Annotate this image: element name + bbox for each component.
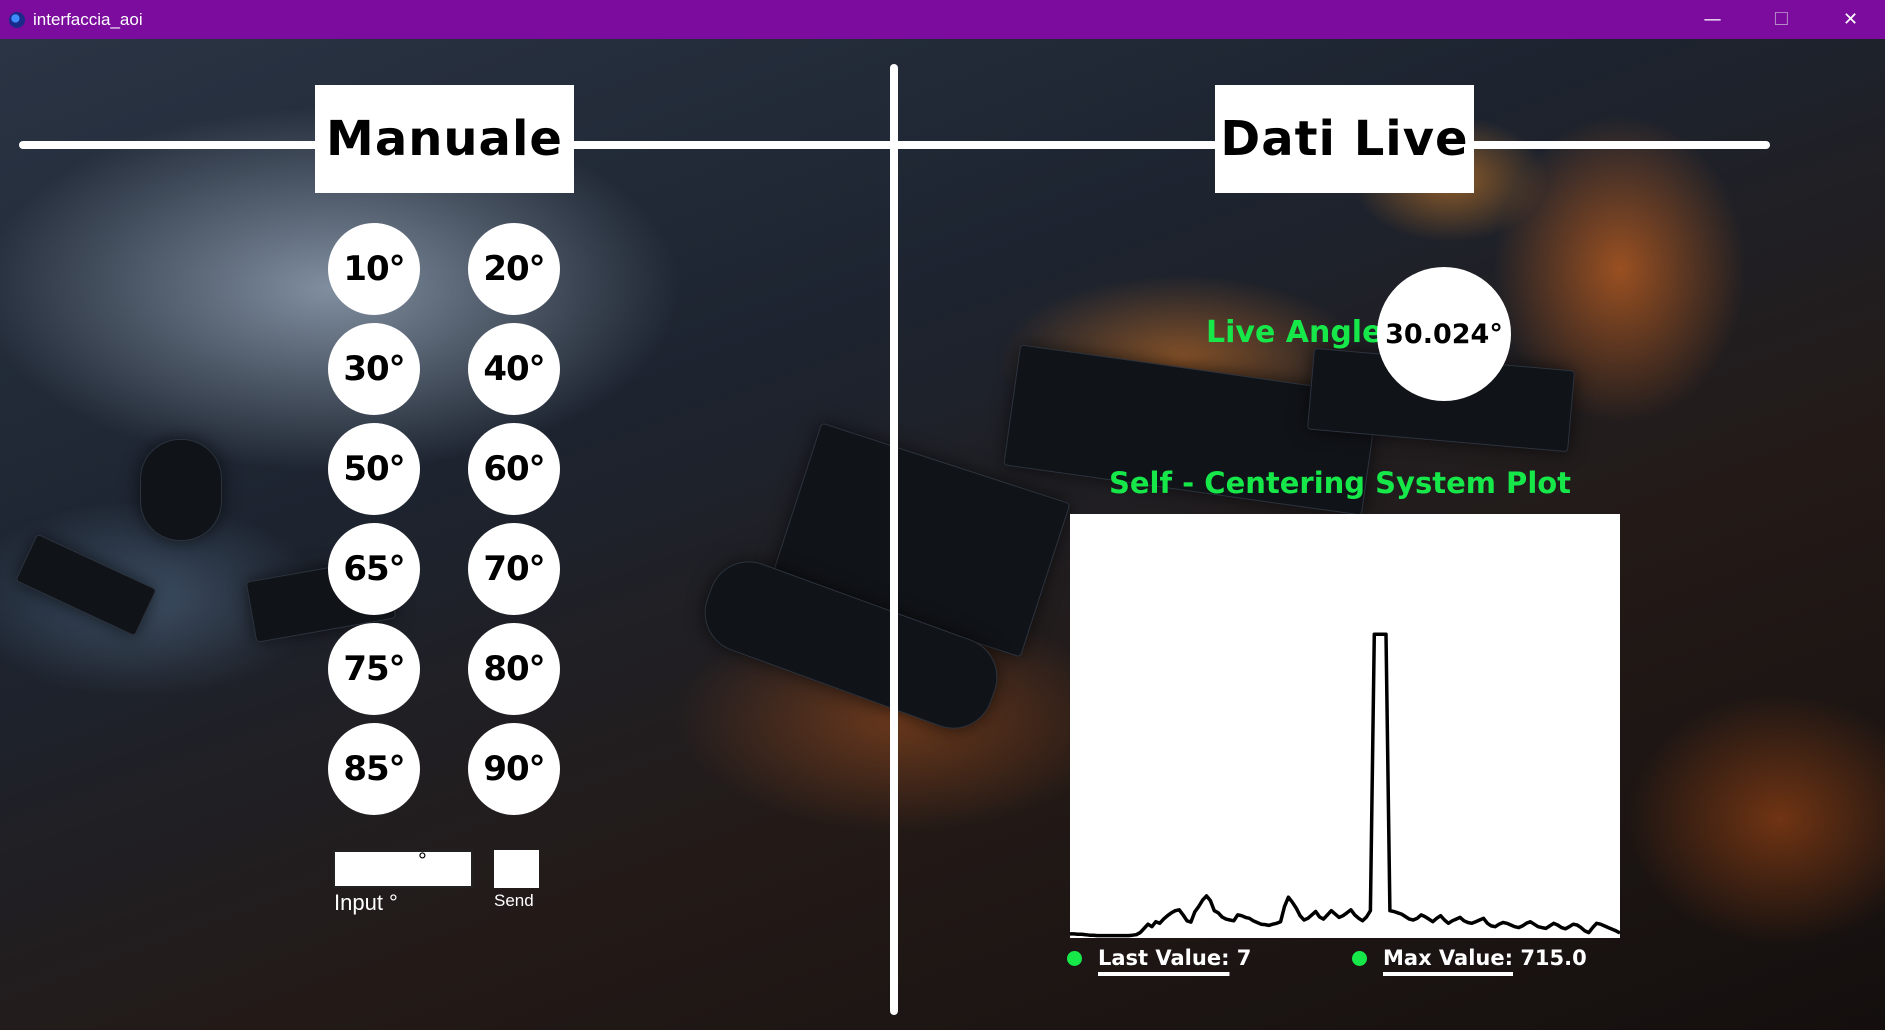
title-bar: interfaccia_aoi — ☐ ✕ — [0, 0, 1885, 39]
angle-button-30[interactable]: 30° — [328, 323, 420, 415]
last-value: 7 — [1236, 946, 1252, 970]
angle-button-50[interactable]: 50° — [328, 423, 420, 515]
live-angle-value: 30.024° — [1385, 318, 1503, 350]
close-icon[interactable]: ✕ — [1816, 0, 1885, 39]
max-value: 715.0 — [1520, 946, 1587, 970]
last-value-stat: Last Value: 7 — [1067, 946, 1251, 970]
angle-button-90[interactable]: 90° — [468, 723, 560, 815]
max-value-stat: Max Value: 715.0 — [1352, 946, 1587, 970]
angle-button-75[interactable]: 75° — [328, 623, 420, 715]
series-line — [1070, 632, 1620, 938]
angle-button-85[interactable]: 85° — [328, 723, 420, 815]
max-value-label: Max Value: — [1383, 946, 1513, 970]
last-value-label: Last Value: — [1098, 946, 1230, 970]
angle-button-10[interactable]: 10° — [328, 223, 420, 315]
send-button[interactable] — [494, 850, 539, 888]
window-title: interfaccia_aoi — [33, 9, 143, 29]
chip-decoration — [140, 439, 222, 541]
divider-horizontal-right — [1470, 141, 1770, 149]
maximize-icon[interactable]: ☐ — [1747, 0, 1816, 39]
send-label: Send — [494, 891, 534, 910]
live-header-title: Dati Live — [1220, 111, 1469, 167]
max-value-indicator — [1352, 950, 1367, 966]
chip-decoration — [15, 533, 157, 637]
plot-svg — [1070, 632, 1620, 938]
window-controls: — ☐ ✕ — [1678, 0, 1885, 39]
angle-button-60[interactable]: 60° — [468, 423, 560, 515]
live-angle-label: Live Angle: — [1206, 315, 1395, 350]
degree-suffix: ° — [418, 848, 427, 873]
angle-button-20[interactable]: 20° — [468, 223, 560, 315]
angle-input[interactable] — [333, 850, 473, 888]
last-value-indicator — [1067, 950, 1082, 966]
live-header: Dati Live — [1215, 85, 1474, 193]
input-label: Input ° — [334, 890, 398, 915]
angle-button-40[interactable]: 40° — [468, 323, 560, 415]
plot-area — [1070, 514, 1620, 938]
app-icon — [9, 11, 25, 28]
angle-button-65[interactable]: 65° — [328, 523, 420, 615]
live-angle-display: 30.024° — [1377, 267, 1511, 401]
angle-button-80[interactable]: 80° — [468, 623, 560, 715]
minimize-icon[interactable]: — — [1678, 0, 1747, 39]
divider-vertical — [890, 64, 898, 1015]
angle-button-70[interactable]: 70° — [468, 523, 560, 615]
manual-header: Manuale — [315, 85, 574, 193]
divider-horizontal-left — [19, 141, 319, 149]
manual-header-title: Manuale — [326, 111, 563, 167]
plot-title: Self - Centering System Plot — [1108, 466, 1572, 500]
